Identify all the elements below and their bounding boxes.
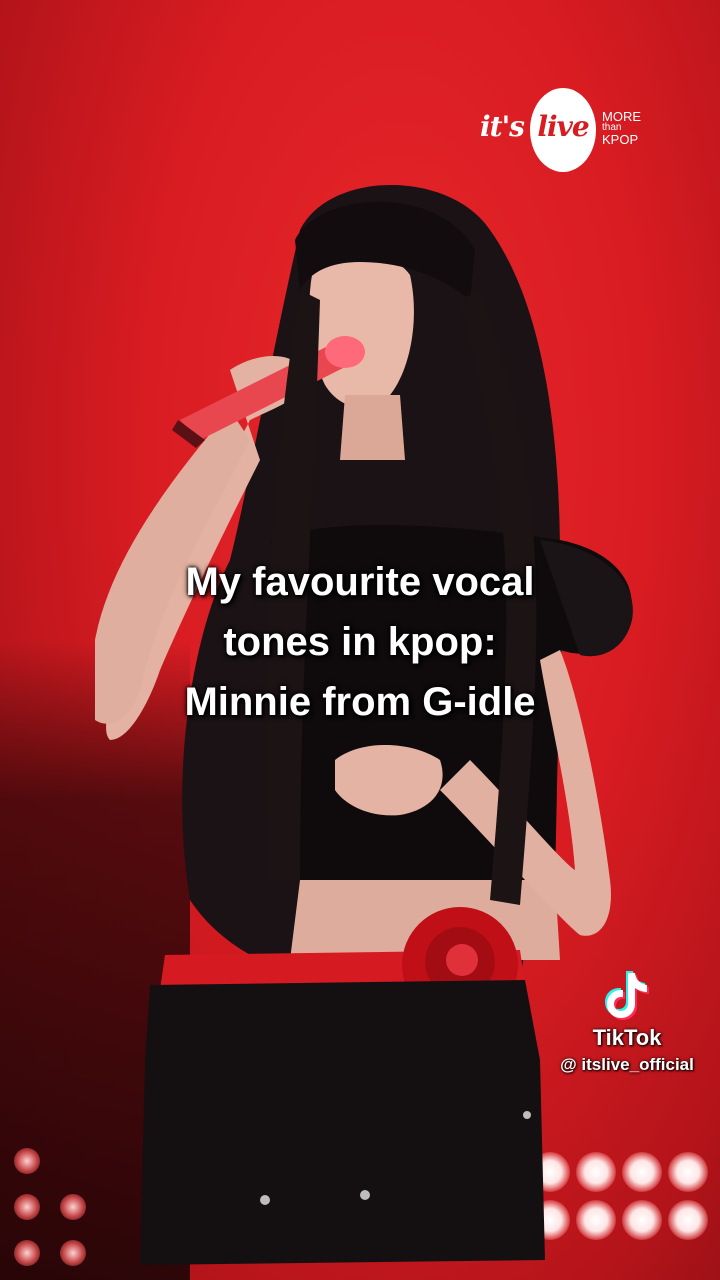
tiktok-name: TikTok xyxy=(592,1025,662,1050)
video-background: it's live MORE than KPOP My favourite vo… xyxy=(0,0,720,1280)
tiktok-icon xyxy=(605,971,649,1020)
logo-live-text: live xyxy=(537,110,589,143)
caption-line: tones in kpop: xyxy=(223,620,497,664)
logo-its-text: it's xyxy=(480,110,525,143)
logo-kpop-text: KPOP xyxy=(602,132,639,147)
itslive-logo: it's live MORE than KPOP xyxy=(480,88,660,172)
caption-line: Minnie from G-idle xyxy=(184,680,536,724)
video-caption: My favourite vocal tones in kpop: Minnie… xyxy=(0,552,720,732)
logo-tagline: MORE than KPOP xyxy=(602,110,641,146)
tiktok-watermark: TikTok @ itslive_official xyxy=(542,968,712,1078)
caption-line: My favourite vocal xyxy=(185,560,535,604)
tiktok-handle: @ itslive_official xyxy=(560,1055,694,1074)
